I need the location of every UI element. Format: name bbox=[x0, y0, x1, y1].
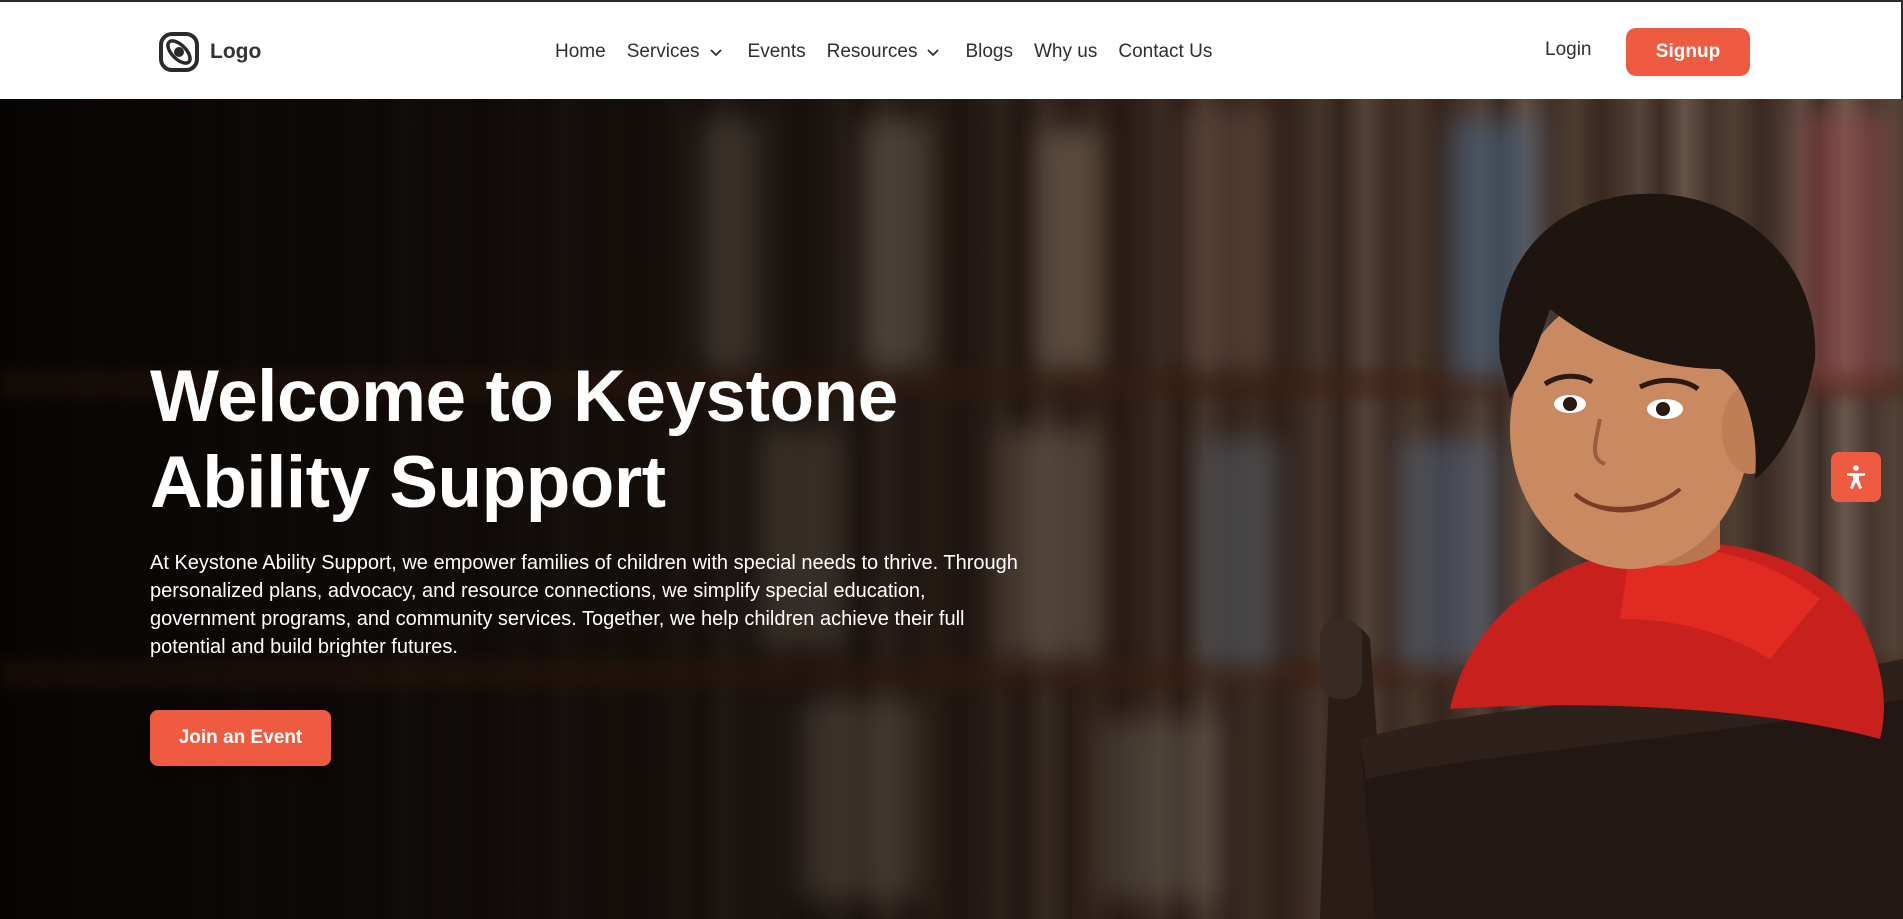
nav-events[interactable]: Events bbox=[748, 41, 806, 63]
logo[interactable]: Logo bbox=[158, 30, 261, 74]
accessibility-icon bbox=[1847, 465, 1865, 489]
nav-why-us-label: Why us bbox=[1034, 41, 1098, 62]
logo-icon bbox=[159, 32, 199, 72]
hero-section: Welcome to Keystone Ability Support At K… bbox=[0, 99, 1903, 919]
nav-blogs[interactable]: Blogs bbox=[965, 41, 1013, 63]
nav-services[interactable]: Services bbox=[627, 41, 724, 63]
signup-button[interactable]: Signup bbox=[1626, 28, 1750, 76]
join-event-button[interactable]: Join an Event bbox=[150, 710, 331, 766]
nav-contact-us[interactable]: Contact Us bbox=[1118, 41, 1212, 63]
chevron-down-icon bbox=[927, 49, 940, 57]
hero-description: At Keystone Ability Support, we empower … bbox=[150, 552, 1018, 658]
nav-resources-label: Resources bbox=[826, 41, 918, 62]
nav-events-label: Events bbox=[747, 41, 806, 62]
site-header: Logo Home Services Events Resources Blog… bbox=[0, 0, 1903, 99]
nav-why-us[interactable]: Why us bbox=[1034, 41, 1097, 63]
nav-home-label: Home bbox=[555, 41, 606, 62]
nav-home[interactable]: Home bbox=[555, 41, 606, 63]
nav-contact-us-label: Contact Us bbox=[1118, 41, 1213, 62]
accessibility-button[interactable] bbox=[1831, 452, 1881, 502]
nav-resources[interactable]: Resources bbox=[827, 41, 942, 63]
nav-services-label: Services bbox=[626, 41, 700, 62]
nav-blogs-label: Blogs bbox=[965, 41, 1013, 62]
login-link[interactable]: Login bbox=[1545, 39, 1592, 61]
chevron-down-icon bbox=[709, 49, 722, 57]
main-nav: Home Services Events Resources Blogs Why… bbox=[555, 36, 1233, 68]
hero-title: Welcome to Keystone Ability Support bbox=[150, 356, 898, 523]
logo-text: Logo bbox=[210, 40, 262, 63]
hero-photo-boy bbox=[1320, 193, 1903, 919]
